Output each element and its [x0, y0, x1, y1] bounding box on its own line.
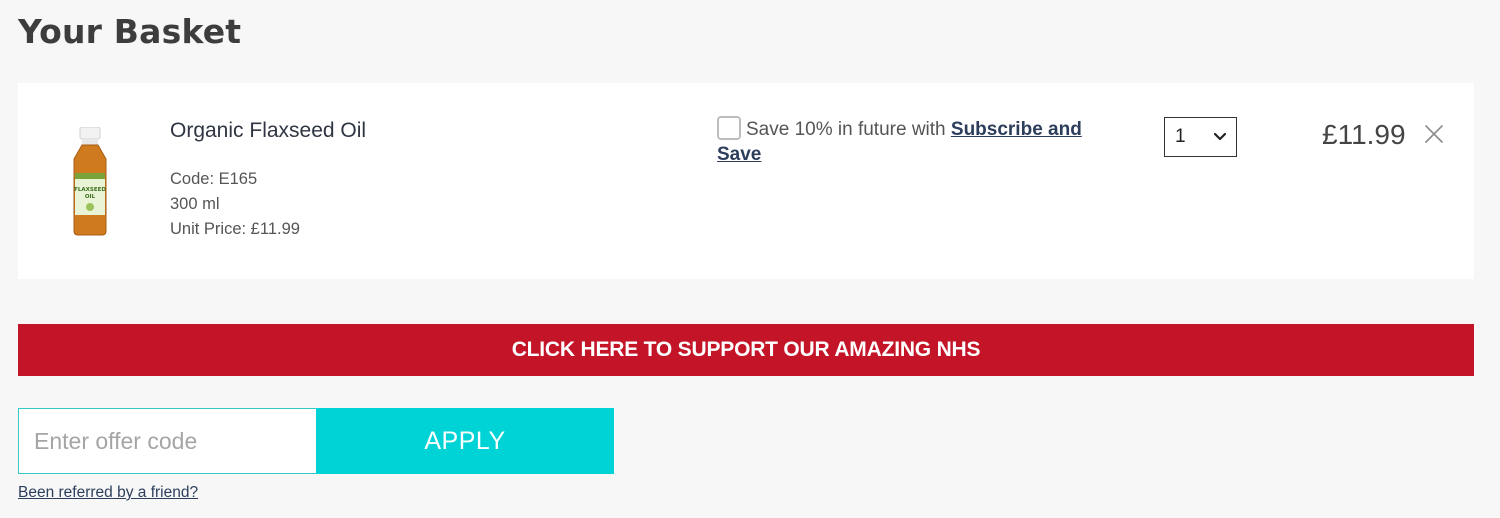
product-meta: Code: E165 300 ml Unit Price: £11.99 — [170, 167, 300, 242]
subscribe-text: Save 10% in future with — [746, 119, 951, 140]
product-name[interactable]: Organic Flaxseed Oil — [170, 119, 366, 143]
product-unit-price: Unit Price: £11.99 — [170, 220, 300, 238]
product-image[interactable]: FLAXSEED OIL — [62, 127, 118, 237]
apply-button[interactable]: APPLY — [316, 408, 614, 474]
quantity-select[interactable]: 1 — [1164, 117, 1237, 157]
product-image-label: FLAXSEED — [74, 187, 106, 193]
basket-item-card: FLAXSEED OIL Organic Flaxseed Oil Code: … — [18, 83, 1474, 279]
offer-code-input[interactable] — [18, 408, 318, 474]
subscribe-option: Save 10% in future with Subscribe and Sa… — [717, 116, 1117, 167]
nhs-support-banner[interactable]: CLICK HERE TO SUPPORT OUR AMAZING NHS — [18, 324, 1474, 376]
product-size: 300 ml — [170, 195, 220, 213]
referral-link[interactable]: Been referred by a friend? — [18, 484, 198, 502]
page-title: Your Basket — [18, 12, 242, 51]
chevron-down-icon — [1213, 132, 1227, 141]
svg-text:OIL: OIL — [85, 194, 96, 200]
line-price: £11.99 — [1322, 119, 1406, 150]
product-code: Code: E165 — [170, 170, 258, 188]
quantity-value: 1 — [1175, 126, 1186, 147]
subscribe-checkbox[interactable] — [717, 116, 741, 140]
close-icon[interactable] — [1424, 124, 1444, 144]
